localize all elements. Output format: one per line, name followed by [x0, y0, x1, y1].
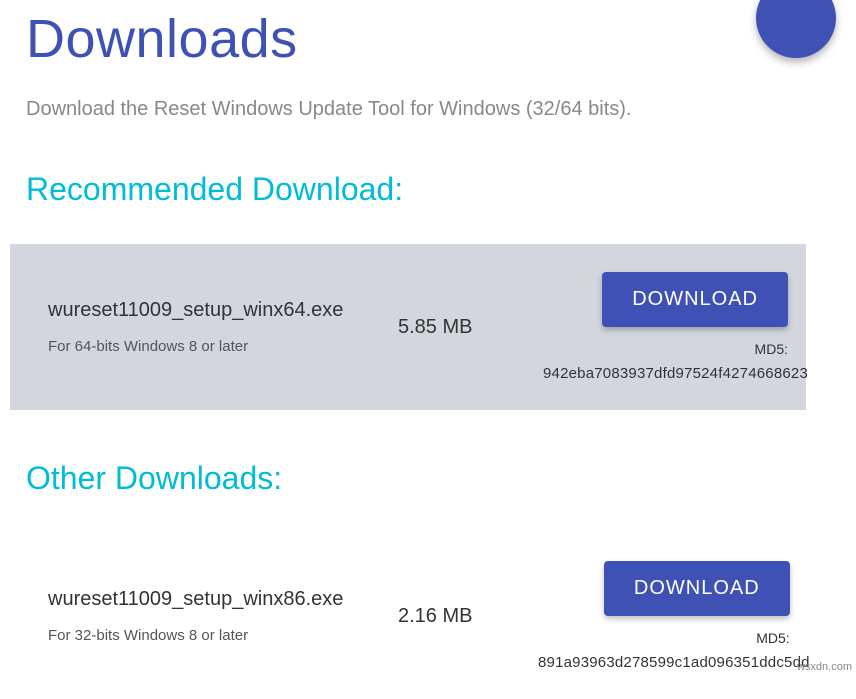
recommended-download-card: wureset11009_setup_winx64.exe For 64-bit… — [10, 244, 806, 410]
download-button[interactable]: DOWNLOAD — [602, 272, 788, 327]
file-name: wureset11009_setup_winx86.exe — [48, 588, 398, 611]
recommended-heading: Recommended Download: — [26, 171, 856, 208]
file-description: For 64-bits Windows 8 or later — [48, 338, 398, 355]
file-info: wureset11009_setup_winx64.exe For 64-bit… — [48, 299, 398, 355]
file-size: 5.85 MB — [398, 316, 538, 339]
watermark: wsxdn.com — [797, 661, 852, 673]
file-size: 2.16 MB — [398, 605, 538, 628]
other-heading: Other Downloads: — [26, 460, 856, 497]
download-button[interactable]: DOWNLOAD — [604, 561, 790, 616]
file-description: For 32-bits Windows 8 or later — [48, 627, 398, 644]
download-column: DOWNLOAD MD5: 891a93963d278599c1ad096351… — [538, 561, 790, 671]
md5-value: 891a93963d278599c1ad096351ddc5dd — [538, 654, 810, 671]
md5-label: MD5: — [755, 341, 788, 357]
md5-label: MD5: — [756, 630, 789, 646]
download-column: DOWNLOAD MD5: 942eba7083937dfd97524f4274… — [538, 272, 788, 382]
other-download-card: wureset11009_setup_winx86.exe For 32-bit… — [10, 533, 806, 699]
page-title: Downloads — [26, 8, 856, 70]
md5-value: 942eba7083937dfd97524f4274668623 — [543, 365, 808, 382]
file-info: wureset11009_setup_winx86.exe For 32-bit… — [48, 588, 398, 644]
file-name: wureset11009_setup_winx64.exe — [48, 299, 398, 322]
page-subtitle: Download the Reset Windows Update Tool f… — [26, 98, 856, 121]
